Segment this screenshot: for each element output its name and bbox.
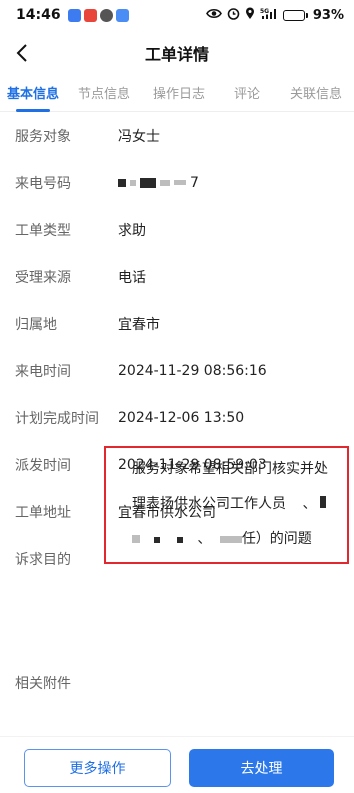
tab-node-info[interactable]: 节点信息 <box>66 76 142 112</box>
field-label: 计划完成时间 <box>15 410 99 427</box>
field-value: 冯女士 <box>118 128 160 145</box>
bottom-action-bar: 更多操作 去处理 <box>0 736 354 793</box>
status-time: 14:46 <box>16 7 61 23</box>
phone-value-redacted[interactable]: 7 <box>118 175 199 191</box>
field-label: 派发时间 <box>15 457 71 474</box>
field-phone: 来电号码 7 <box>0 159 354 206</box>
tab-operation-log[interactable]: 操作日志 <box>142 76 216 112</box>
back-button[interactable] <box>6 37 38 69</box>
field-label: 来电号码 <box>15 175 71 192</box>
location-icon <box>245 7 255 24</box>
chat-notification-icon <box>99 8 113 22</box>
purpose-value: 服务对象希望相关部门核实并处 理表扬供水公司工作人员 、 、 任）的问题 <box>132 452 342 557</box>
redaction-block <box>132 535 140 543</box>
field-value: 2024-12-06 13:50 <box>118 409 245 426</box>
process-button[interactable]: 去处理 <box>189 749 334 787</box>
field-label: 工单类型 <box>15 222 71 239</box>
svg-text:5G: 5G <box>260 8 269 15</box>
field-value: 电话 <box>118 269 146 286</box>
redaction-block <box>320 496 327 508</box>
purpose-line-3: 、 任）的问题 <box>132 522 342 557</box>
field-attachments: 相关附件 <box>0 659 354 706</box>
field-region: 归属地 宜春市 <box>0 300 354 347</box>
app-notification-icon <box>67 8 81 22</box>
redaction-block <box>140 177 156 188</box>
app-notification-icon <box>83 8 97 22</box>
phone-visible-digit: 7 <box>190 174 199 191</box>
status-bar: 14:46 5G 93% <box>0 0 354 30</box>
eye-icon <box>205 8 222 23</box>
tab-bar: 基本信息 节点信息 操作日志 评论 关联信息 <box>0 76 354 112</box>
tab-basic-info[interactable]: 基本信息 <box>0 76 66 112</box>
purpose-line-3-tail: 任）的问题 <box>241 531 312 547</box>
field-label: 来电时间 <box>15 363 71 380</box>
tab-comments[interactable]: 评论 <box>216 76 278 112</box>
field-label: 工单地址 <box>15 504 71 521</box>
nav-bar: 工单详情 <box>0 30 354 76</box>
redaction-block <box>174 180 186 185</box>
signal-icon: 5G <box>260 7 278 24</box>
redaction-block <box>160 179 170 186</box>
field-label: 归属地 <box>15 316 57 333</box>
alarm-icon <box>227 7 240 24</box>
field-label: 服务对象 <box>15 128 71 145</box>
redaction-block <box>154 537 161 543</box>
page-title: 工单详情 <box>144 45 209 64</box>
basic-info-list: 服务对象 冯女士 来电号码 7 工单类型 求助 受理来源 电话 归属地 宜春市 … <box>0 112 354 706</box>
field-source: 受理来源 电话 <box>0 253 354 300</box>
mail-notification-icon <box>115 8 129 22</box>
purpose-line-2-text: 理表扬供水公司工作人员 <box>132 496 286 512</box>
purpose-punct: 、 <box>302 496 317 512</box>
tab-related-info[interactable]: 关联信息 <box>278 76 354 112</box>
notification-icons <box>67 8 129 22</box>
more-actions-button[interactable]: 更多操作 <box>24 749 171 787</box>
field-order-type: 工单类型 求助 <box>0 206 354 253</box>
field-value: 宜春市 <box>118 316 160 333</box>
purpose-line-1: 服务对象希望相关部门核实并处 <box>132 461 328 477</box>
chevron-left-icon <box>16 44 27 62</box>
redaction-block <box>118 178 126 187</box>
battery-percent: 93% <box>312 7 344 23</box>
field-label: 诉求目的 <box>15 552 71 568</box>
purpose-punct: 、 <box>197 531 212 547</box>
field-service-target: 服务对象 冯女士 <box>0 112 354 159</box>
field-value: 2024-11-29 08:56:16 <box>118 362 267 379</box>
field-label: 受理来源 <box>15 269 71 286</box>
redaction-block <box>130 179 136 186</box>
purpose-line-2: 理表扬供水公司工作人员 、 <box>132 487 342 522</box>
redaction-block <box>176 537 183 543</box>
field-call-time: 来电时间 2024-11-29 08:56:16 <box>0 347 354 394</box>
field-value: 求助 <box>118 222 146 239</box>
field-label: 相关附件 <box>15 675 71 692</box>
redaction-block <box>219 536 242 543</box>
battery-icon <box>282 9 308 21</box>
field-plan-finish-time: 计划完成时间 2024-12-06 13:50 <box>0 394 354 441</box>
status-indicators: 5G 93% <box>205 7 344 24</box>
